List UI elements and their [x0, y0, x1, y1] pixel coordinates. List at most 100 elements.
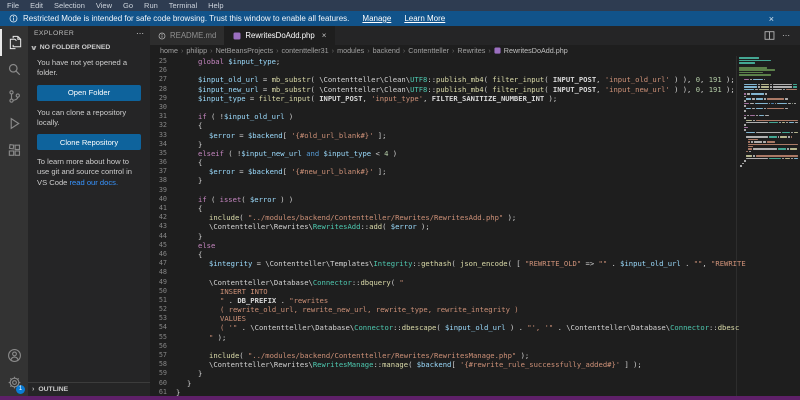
extensions-icon[interactable] [0, 137, 28, 164]
line-number[interactable]: 34 [150, 140, 176, 149]
line-number[interactable]: 50 [150, 287, 176, 296]
breadcrumb-item[interactable]: modules [337, 46, 364, 55]
code-line[interactable]: 38} [150, 176, 800, 185]
line-number[interactable]: 43 [150, 222, 176, 231]
tab-readme[interactable]: README.md [150, 26, 225, 45]
code-line[interactable]: 54( '" . \Contentteller\Database\Connect… [150, 323, 800, 332]
code-line[interactable]: 43\Contentteller\Rewrites\RewritesAdd::a… [150, 222, 800, 231]
code-line[interactable]: 26 [150, 66, 800, 75]
line-number[interactable]: 37 [150, 167, 176, 176]
code-line[interactable]: 55" ); [150, 333, 800, 342]
code-line[interactable]: 33$error = $backend[ '{#old_url_blank#}'… [150, 131, 800, 140]
breadcrumb-item[interactable]: contentteller31 [282, 46, 329, 55]
line-number[interactable]: 53 [150, 314, 176, 323]
line-number[interactable]: 38 [150, 176, 176, 185]
line-number[interactable]: 47 [150, 259, 176, 268]
sidebar-more-icon[interactable]: ⋯ [136, 29, 144, 38]
search-icon[interactable] [0, 56, 28, 83]
menu-item-selection[interactable]: Selection [54, 1, 85, 10]
line-number[interactable]: 57 [150, 351, 176, 360]
line-number[interactable]: 39 [150, 186, 176, 195]
line-number[interactable]: 25 [150, 57, 176, 66]
learn-more-link[interactable]: Learn More [404, 14, 445, 23]
line-number[interactable]: 52 [150, 305, 176, 314]
code-line[interactable]: 44} [150, 232, 800, 241]
code-line[interactable]: 37$error = $backend[ '{#new_url_blank#}'… [150, 167, 800, 176]
code-line[interactable]: 51" . DB_PREFIX . "rewrites [150, 296, 800, 305]
explorer-icon[interactable] [0, 29, 28, 56]
line-number[interactable]: 32 [150, 121, 176, 130]
line-number[interactable]: 35 [150, 149, 176, 158]
code-line[interactable]: 34} [150, 140, 800, 149]
code-line[interactable]: 32{ [150, 121, 800, 130]
tab-rewritesdoadd[interactable]: RewritesDoAdd.php × [225, 26, 335, 45]
code-line[interactable]: 36{ [150, 158, 800, 167]
code-line[interactable]: 29$input_type = filter_input( INPUT_POST… [150, 94, 800, 103]
line-number[interactable]: 49 [150, 278, 176, 287]
breadcrumb-file[interactable]: RewritesDoAdd.php [494, 46, 568, 55]
docs-link[interactable]: read our docs. [70, 178, 119, 187]
breadcrumb-item[interactable]: NetBeansProjects [216, 46, 274, 55]
outline-section[interactable]: › OUTLINE [28, 382, 150, 396]
code-editor[interactable]: 25global $input_type;2627$input_old_url … [150, 56, 800, 396]
menu-item-go[interactable]: Go [123, 1, 133, 10]
code-line[interactable]: 61} [150, 388, 800, 396]
menu-item-file[interactable]: File [7, 1, 19, 10]
code-line[interactable]: 41{ [150, 204, 800, 213]
line-number[interactable]: 31 [150, 112, 176, 121]
line-number[interactable]: 60 [150, 379, 176, 388]
split-editor-icon[interactable] [764, 30, 775, 41]
code-line[interactable]: 49\Contentteller\Database\Connector::dbq… [150, 278, 800, 287]
code-line[interactable]: 57include( "../modules/backend/Contentte… [150, 351, 800, 360]
code-line[interactable]: 30 [150, 103, 800, 112]
code-line[interactable]: 47$integrity = \Contentteller\Templates\… [150, 259, 800, 268]
line-number[interactable]: 36 [150, 158, 176, 167]
line-number[interactable]: 26 [150, 66, 176, 75]
line-number[interactable]: 46 [150, 250, 176, 259]
line-number[interactable]: 29 [150, 94, 176, 103]
line-number[interactable]: 61 [150, 388, 176, 396]
code-line[interactable]: 35elseif ( !$input_new_url and $input_ty… [150, 149, 800, 158]
account-icon[interactable] [0, 342, 28, 369]
code-line[interactable]: 40if ( isset( $error ) ) [150, 195, 800, 204]
code-line[interactable]: 42include( "../modules/backend/Contentte… [150, 213, 800, 222]
code-line[interactable]: 58\Contentteller\Rewrites\RewritesManage… [150, 360, 800, 369]
breadcrumb-item[interactable]: Contentteller [408, 46, 449, 55]
code-line[interactable]: 45else [150, 241, 800, 250]
breadcrumb-item[interactable]: home [160, 46, 178, 55]
line-number[interactable]: 51 [150, 296, 176, 305]
minimap[interactable] [736, 56, 800, 396]
code-line[interactable]: 60} [150, 379, 800, 388]
tab-close-icon[interactable]: × [322, 31, 327, 40]
code-line[interactable]: 53VALUES [150, 314, 800, 323]
source-control-icon[interactable] [0, 83, 28, 110]
line-number[interactable]: 40 [150, 195, 176, 204]
line-number[interactable]: 41 [150, 204, 176, 213]
menu-item-edit[interactable]: Edit [30, 1, 43, 10]
more-actions-icon[interactable]: ⋯ [782, 31, 790, 40]
code-line[interactable]: 59} [150, 369, 800, 378]
code-line[interactable]: 28$input_new_url = mb_substr( \Contentte… [150, 85, 800, 94]
run-debug-icon[interactable] [0, 110, 28, 137]
code-line[interactable]: 27$input_old_url = mb_substr( \Contentte… [150, 75, 800, 84]
menu-item-view[interactable]: View [96, 1, 112, 10]
line-number[interactable]: 33 [150, 131, 176, 140]
line-number[interactable]: 59 [150, 369, 176, 378]
line-number[interactable]: 55 [150, 333, 176, 342]
settings-gear-icon[interactable]: 1 [0, 369, 28, 396]
line-number[interactable]: 28 [150, 85, 176, 94]
clone-repository-button[interactable]: Clone Repository [37, 134, 141, 150]
menu-item-run[interactable]: Run [144, 1, 158, 10]
code-line[interactable]: 46{ [150, 250, 800, 259]
line-number[interactable]: 27 [150, 75, 176, 84]
code-line[interactable]: 56 [150, 342, 800, 351]
code-line[interactable]: 52( rewrite_old_url, rewrite_new_url, re… [150, 305, 800, 314]
line-number[interactable]: 44 [150, 232, 176, 241]
line-number[interactable]: 45 [150, 241, 176, 250]
code-line[interactable]: 50INSERT INTO [150, 287, 800, 296]
code-line[interactable]: 48 [150, 268, 800, 277]
line-number[interactable]: 58 [150, 360, 176, 369]
menu-item-terminal[interactable]: Terminal [169, 1, 197, 10]
open-folder-button[interactable]: Open Folder [37, 85, 141, 101]
code-line[interactable]: 39 [150, 186, 800, 195]
